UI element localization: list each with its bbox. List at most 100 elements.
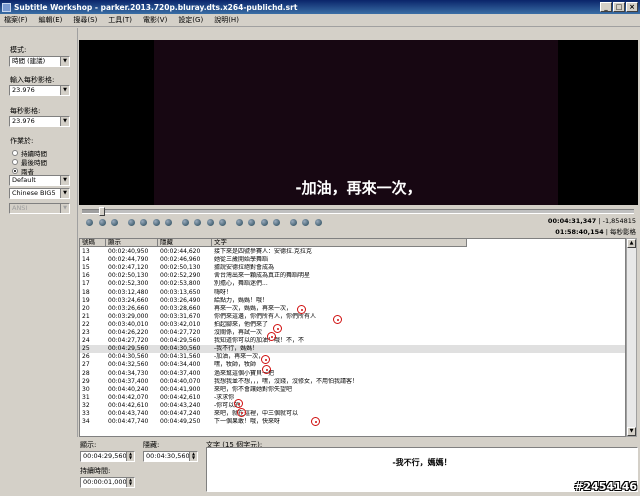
row-text: 過來幫這個小寶貝一把: [214, 369, 275, 377]
table-row[interactable]: 32 00:04:42,610 00:04:43,240 -你可以的: [80, 401, 625, 410]
fps-select[interactable]: 23.976 ▼: [9, 116, 70, 127]
menu-tools[interactable]: 工具(T): [108, 15, 132, 25]
fullscreen-icon[interactable]: [302, 219, 309, 226]
table-row[interactable]: 29 00:04:37,400 00:04:40,070 我想我並不想，，，嘿，沒錢，…: [80, 378, 625, 386]
table-row[interactable]: 34 00:04:47,740 00:04:49,250 下一個果敢！哦，快來呀: [80, 418, 625, 426]
table-row[interactable]: 27 00:04:32,560 00:04:34,400 嘿，牧師，牧師: [80, 361, 625, 369]
table-row[interactable]: 26 00:04:30,560 00:04:31,560 -加油，再來一次，: [80, 353, 625, 361]
row-show: 00:04:30,560: [108, 353, 149, 361]
spin-arrows-icon[interactable]: ▲ ▼: [126, 478, 134, 487]
hide-label: 隱藏:: [143, 441, 160, 449]
settings-icon[interactable]: [314, 219, 322, 226]
step-back-icon[interactable]: [152, 219, 160, 226]
row-hide: 00:04:47,240: [160, 410, 201, 417]
col-show[interactable]: 顯示: [106, 239, 158, 247]
menu-file[interactable]: 檔案(F): [4, 15, 28, 25]
table-row[interactable]: 16 00:02:50,130 00:02:52,290 舍台灣出來一顆成為真正的舞蹈…: [80, 272, 625, 280]
table-row[interactable]: 13 00:02:40,950 00:02:44,620 接下來是四號參賽人：安德拉.…: [80, 248, 625, 256]
table-row[interactable]: 20 00:03:26,660 00:03:28,660 再來一次，媽媽，再來一次，: [80, 304, 625, 313]
row-text: 舍台灣出來一顆成為真正的舞蹈明星: [214, 272, 311, 280]
pause-icon[interactable]: [98, 219, 106, 226]
row-show: 00:03:26,660: [108, 304, 149, 312]
row-number: 15: [82, 264, 90, 272]
table-row[interactable]: 15 00:02:47,120 00:02:50,130 據說安德拉絕對會成為: [80, 264, 625, 272]
time-total: 01:58:40,154: [555, 228, 604, 236]
row-show: 00:04:27,720: [108, 337, 149, 345]
duration-input[interactable]: 00:00:01,000 ▲ ▼: [80, 477, 135, 488]
table-row[interactable]: 17 00:02:52,300 00:02:53,800 別擔心，舞蹈迷們...: [80, 280, 625, 288]
row-hide: 00:04:43,240: [160, 401, 201, 409]
red-circle-mark: [297, 305, 306, 314]
table-row[interactable]: 31 00:04:42,070 00:04:42,610 -求求你: [80, 393, 625, 402]
table-row[interactable]: 21 00:03:29,000 00:03:31,670 你們來這邊，你們所有人，你們…: [80, 312, 625, 321]
table-row[interactable]: 23 00:04:26,220 00:04:27,720 沒關係，再試一次: [80, 329, 625, 337]
row-text: 來吧，你不會讓她對你失望吧: [214, 385, 293, 393]
table-row[interactable]: 30 00:04:40,240 00:04:41,900 來吧，你不會讓她對你失望吧: [80, 385, 625, 394]
red-circle-mark: [262, 365, 271, 374]
seek-bar[interactable]: [82, 207, 634, 216]
col-hide[interactable]: 隱藏: [158, 239, 212, 247]
red-circle-mark: [234, 399, 243, 408]
charset-select[interactable]: Chinese BIG5 ▼: [9, 188, 70, 199]
menu-edit[interactable]: 編輯(E): [39, 15, 63, 25]
spin-arrows-icon[interactable]: ▲ ▼: [189, 452, 197, 461]
minimize-button[interactable]: _: [600, 2, 612, 12]
table-row[interactable]: 24 00:04:27,720 00:04:29,560 我知道你可以的加油！哦！不，…: [80, 337, 625, 345]
row-text: 接下來是四號參賽人：安德拉.克拉克: [214, 248, 312, 255]
show-time-input[interactable]: 00:04:29,560 ▲ ▼: [80, 451, 135, 462]
next-subtitle-icon[interactable]: [194, 219, 201, 226]
table-scrollbar[interactable]: ▲ ▼: [626, 238, 637, 437]
chevron-down-icon: ▼: [60, 117, 69, 126]
video-subtitle: -加油，再來一次，: [295, 179, 422, 197]
seek-thumb[interactable]: [98, 207, 105, 216]
col-number[interactable]: 號碼: [80, 239, 106, 247]
rewind-icon[interactable]: [127, 219, 135, 226]
chevron-down-icon: ▼: [60, 204, 69, 213]
table-row[interactable]: 19 00:03:24,660 00:03:26,490 給點力，媽媽！哦！: [80, 297, 625, 305]
menu-settings[interactable]: 設定(G): [178, 15, 203, 25]
input-fps-select[interactable]: 23.976 ▼: [9, 85, 70, 96]
table-row[interactable]: 33 00:04:43,740 00:04:47,240 來吧，就在這裡，中三個就可以: [80, 410, 625, 418]
row-hide: 00:03:31,670: [160, 312, 201, 320]
video-preview[interactable]: -加油，再來一次，: [79, 40, 638, 205]
end-sync-icon[interactable]: [248, 219, 255, 226]
table-row[interactable]: 18 00:03:12,480 00:03:13,650 嗨呀！: [80, 289, 625, 297]
maximize-button[interactable]: □: [613, 2, 625, 12]
time-current: 00:04:31,347: [547, 217, 597, 225]
close-button[interactable]: ×: [626, 2, 638, 12]
hide-time-input[interactable]: 00:04:30,560 ▲ ▼: [143, 451, 198, 462]
seek-progress: [82, 210, 99, 213]
step-forward-icon[interactable]: [165, 219, 172, 226]
volume-icon[interactable]: [289, 219, 297, 226]
menu-movie[interactable]: 電影(V): [143, 15, 167, 25]
mode-select[interactable]: 時間 (建議) ▼: [9, 56, 70, 67]
row-show: 00:03:29,000: [108, 312, 149, 320]
work-label: 作業於:: [10, 137, 34, 145]
chevron-down-icon: ▼: [60, 57, 69, 66]
scroll-down-icon[interactable]: ▼: [627, 427, 636, 436]
style-select[interactable]: Default ▼: [9, 175, 70, 186]
menu-search[interactable]: 搜尋(S): [73, 15, 97, 25]
spin-arrows-icon[interactable]: ▲ ▼: [126, 452, 134, 461]
set-end-icon[interactable]: [219, 219, 226, 226]
clear-sync-icon[interactable]: [273, 219, 280, 226]
scroll-up-icon[interactable]: ▲: [627, 239, 636, 248]
col-text[interactable]: 文字: [212, 239, 467, 247]
start-sync-icon[interactable]: [235, 219, 243, 226]
subtitle-table[interactable]: 號碼 顯示 隱藏 文字 13 00:02:40,950 00:02:44,620 接下…: [79, 238, 626, 437]
prev-subtitle-icon[interactable]: [181, 219, 189, 226]
table-row[interactable]: 28 00:04:34,730 00:04:37,400 過來幫這個小寶貝一把: [80, 369, 625, 378]
row-hide: 00:03:28,660: [160, 304, 201, 312]
table-row[interactable]: 14 00:02:44,790 00:02:46,960 她從三歲開始學舞蹈: [80, 256, 625, 264]
row-text: 下一個果敢！哦，快來呀: [214, 418, 281, 426]
table-row[interactable]: 25 00:04:29,560 00:04:30,560 -我不行，媽媽！: [80, 345, 625, 353]
add-sync-point-icon[interactable]: [260, 219, 268, 226]
stop-icon[interactable]: [111, 219, 118, 226]
forward-icon[interactable]: [140, 219, 147, 226]
play-icon[interactable]: [86, 219, 93, 226]
row-number: 14: [82, 256, 90, 264]
set-start-icon[interactable]: [206, 219, 214, 226]
menu-help[interactable]: 說明(H): [214, 15, 239, 25]
table-row[interactable]: 22 00:03:40,010 00:03:42,010 拍起腳來，他們來了: [80, 321, 625, 329]
row-number: 31: [82, 393, 90, 401]
